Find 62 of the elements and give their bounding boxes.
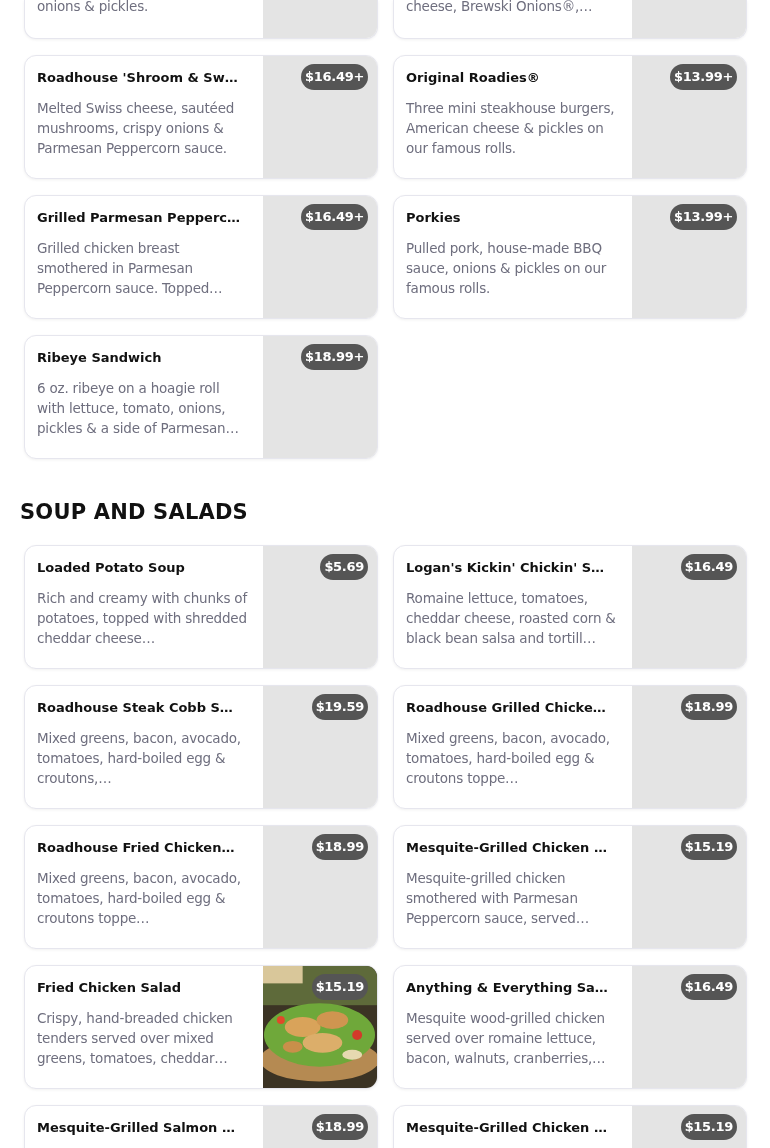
menu-card[interactable]: Roadhouse Fried Chicken… Mixed greens, bacon, avocado, tomatoes, hard-boiled egg & croutons toppe… $18.99 bbox=[24, 825, 378, 949]
price-badge: $13.99+ bbox=[670, 64, 737, 90]
item-name: Porkies bbox=[406, 209, 462, 227]
menu-card[interactable]: Roadhouse Grilled Chicke… Mixed greens, bacon, avocado, tomatoes, hard-boiled egg & croutons toppe… $18.99 bbox=[393, 685, 747, 809]
item-description: Melted Swiss cheese, sautéed mushrooms, crispy onions & Parmesan Peppercorn sauce. bbox=[37, 99, 236, 158]
menu-card[interactable]: Loaded Potato Soup Rich and creamy with chunks of potatoes, topped with shredded cheddar cheese… $5.69 bbox=[24, 545, 378, 669]
price-badge: $5.69 bbox=[320, 554, 368, 580]
menu-card[interactable]: Anything & Everything Sa… Mesquite wood-grilled chicken served over romaine lettuce, bacon, walnuts, cranberries,… $16.49 bbox=[393, 965, 747, 1089]
menu-card[interactable]: Fried Chicken Salad Crispy, hand-breaded chicken tenders served over mixed greens, tomatoes, cheddar… $15.19 bbox=[24, 965, 378, 1089]
menu-card[interactable]: Roadhouse 'Shroom & Sw… Melted Swiss cheese, sautéed mushrooms, crispy onions & Parmesan Peppercorn sauce. $16.49+ bbox=[24, 55, 378, 179]
item-name: Roadhouse Steak Cobb S… bbox=[37, 699, 234, 717]
item-name: Ribeye Sandwich bbox=[37, 349, 163, 367]
price-badge: $18.99 bbox=[680, 694, 737, 720]
price-badge: $16.49+ bbox=[301, 64, 368, 90]
item-description: Mesquite wood-grilled chicken served over romaine lettuce, bacon, walnuts, cranberries,… bbox=[406, 1009, 607, 1068]
item-description: Mixed greens, bacon, avocado, tomatoes, hard-boiled egg & croutons toppe… bbox=[406, 729, 611, 788]
price-badge: $15.19 bbox=[680, 1114, 737, 1140]
price-badge: $18.99 bbox=[311, 834, 368, 860]
item-description: Mesquite-grilled chicken smothered with Parmesan Peppercorn sauce, served… bbox=[406, 869, 590, 928]
menu-card[interactable]: Grilled Parmesan Pepperc… Grilled chicken breast smothered in Parmesan Peppercorn sauce. Topped… $16.49+ bbox=[24, 195, 378, 319]
menu-card[interactable]: cheese, Brewski Onions®,… bbox=[393, 0, 747, 39]
item-name: Mesquite-Grilled Chicken … bbox=[406, 839, 608, 857]
menu-card[interactable]: Mesquite-Grilled Salmon … $18.99 bbox=[24, 1105, 378, 1148]
item-name: Roadhouse Fried Chicken… bbox=[37, 839, 236, 857]
item-name: Loaded Potato Soup bbox=[37, 559, 186, 577]
item-description: Mixed greens, bacon, avocado, tomatoes, hard-boiled egg & croutons toppe… bbox=[37, 869, 242, 928]
item-name: Grilled Parmesan Pepperc… bbox=[37, 209, 241, 227]
price-badge: $16.49 bbox=[680, 974, 737, 1000]
item-name: Fried Chicken Salad bbox=[37, 979, 183, 997]
item-name: Mesquite-Grilled Salmon … bbox=[37, 1119, 236, 1137]
item-name: Roadhouse 'Shroom & Sw… bbox=[37, 69, 239, 87]
menu-card[interactable]: Ribeye Sandwich 6 oz. ribeye on a hoagie roll with lettuce, tomato, onions, pickles & a side of Parmesan… $18.99+ bbox=[24, 335, 378, 459]
item-description: Three mini steakhouse burgers, American cheese & pickles on our famous rolls. bbox=[406, 99, 616, 158]
price-badge: $16.49 bbox=[680, 554, 737, 580]
item-name: Roadhouse Grilled Chicke… bbox=[406, 699, 607, 717]
item-description: cheese, Brewski Onions®,… bbox=[406, 0, 594, 16]
item-description: Pulled pork, house-made BBQ sauce, onions & pickles on our famous rolls. bbox=[406, 239, 608, 298]
menu-card[interactable]: Mesquite-Grilled Chicken … Mesquite-grilled chicken smothered with Parmesan Peppercorn sauce, served… $15.19 bbox=[393, 825, 747, 949]
item-name: Original Roadies® bbox=[406, 69, 541, 87]
menu-card[interactable]: Original Roadies® Three mini steakhouse burgers, American cheese & pickles on our famous rolls. $13.99+ bbox=[393, 55, 747, 179]
price-badge: $15.19 bbox=[680, 834, 737, 860]
section-heading: SOUP AND SALADS bbox=[20, 499, 249, 525]
price-badge: $19.59 bbox=[311, 694, 368, 720]
item-description: onions & pickles. bbox=[37, 0, 150, 16]
item-description: Mixed greens, bacon, avocado, tomatoes, hard-boiled egg & croutons,… bbox=[37, 729, 242, 788]
item-description: Crispy, hand-breaded chicken tenders served over mixed greens, tomatoes, cheddar… bbox=[37, 1009, 234, 1068]
item-name: Anything & Everything Sa… bbox=[406, 979, 609, 997]
item-name: Logan's Kickin' Chickin' S… bbox=[406, 559, 606, 577]
menu-card[interactable]: Porkies Pulled pork, house-made BBQ sauce, onions & pickles on our famous rolls. $13.99+ bbox=[393, 195, 747, 319]
menu-card[interactable]: onions & pickles. bbox=[24, 0, 378, 39]
item-description: Romaine lettuce, tomatoes, cheddar cheese, roasted corn & black bean salsa and tortill… bbox=[406, 589, 617, 648]
menu-card[interactable]: Roadhouse Steak Cobb S… Mixed greens, bacon, avocado, tomatoes, hard-boiled egg & croutons,… $19.59 bbox=[24, 685, 378, 809]
price-badge: $18.99 bbox=[311, 1114, 368, 1140]
menu-card[interactable]: Mesquite-Grilled Chicken … $15.19 bbox=[393, 1105, 747, 1148]
price-badge: $18.99+ bbox=[301, 344, 368, 370]
menu-card[interactable]: Logan's Kickin' Chickin' S… Romaine lettuce, tomatoes, cheddar cheese, roasted corn & black bean salsa and tortill… $16.49 bbox=[393, 545, 747, 669]
price-badge: $13.99+ bbox=[670, 204, 737, 230]
item-description: Rich and creamy with chunks of potatoes, topped with shredded cheddar cheese… bbox=[37, 589, 249, 648]
item-description: 6 oz. ribeye on a hoagie roll with lettuce, tomato, onions, pickles & a side of Parmesan… bbox=[37, 379, 240, 438]
price-badge: $16.49+ bbox=[301, 204, 368, 230]
item-description: Grilled chicken breast smothered in Parmesan Peppercorn sauce. Topped… bbox=[37, 239, 224, 298]
item-name: Mesquite-Grilled Chicken … bbox=[406, 1119, 608, 1137]
